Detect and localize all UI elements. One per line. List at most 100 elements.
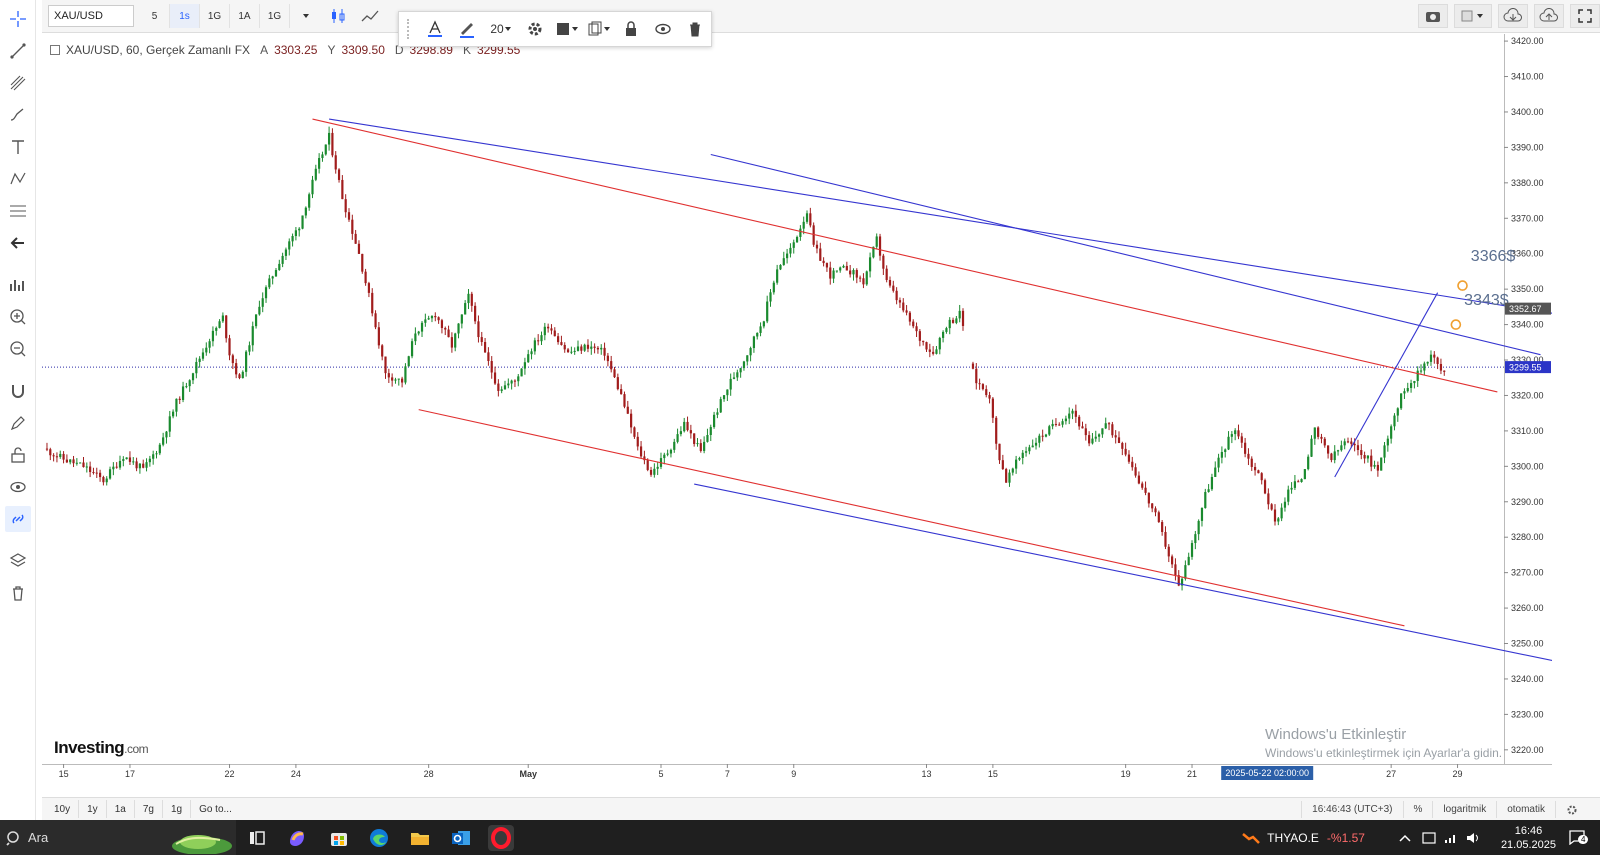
candle-body-a[interactable]: [341, 179, 344, 200]
candle-body-b[interactable]: [1396, 408, 1399, 416]
candle-body-a[interactable]: [686, 421, 689, 431]
chart-canvas[interactable]: 3420.00 3410.00 3400.00 3390.00 3380.00 3370.…: [42, 34, 1552, 781]
candle-body-b[interactable]: [1114, 435, 1117, 438]
candle-body-b[interactable]: [1127, 454, 1131, 462]
candle-body-b[interactable]: [1383, 445, 1386, 458]
candle-body-a[interactable]: [483, 342, 487, 353]
candle-body-a[interactable]: [108, 469, 112, 479]
candle-body-b[interactable]: [1360, 450, 1363, 456]
candle-body-a[interactable]: [580, 346, 583, 351]
candle-body-a[interactable]: [278, 263, 281, 271]
candle-body-a[interactable]: [739, 368, 742, 373]
candle-body-a[interactable]: [646, 460, 649, 470]
candle-body-a[interactable]: [839, 267, 842, 271]
candle-body-b[interactable]: [1091, 438, 1094, 444]
candle-body-a[interactable]: [693, 433, 696, 444]
candle-body-a[interactable]: [666, 453, 669, 455]
candle-body-b[interactable]: [1147, 492, 1150, 504]
candle-body-a[interactable]: [82, 462, 85, 468]
candle-body-b[interactable]: [1048, 426, 1051, 435]
percent-toggle[interactable]: %: [1402, 801, 1433, 818]
candle-body-a[interactable]: [294, 230, 298, 237]
candle-body-a[interactable]: [142, 463, 145, 468]
candle-body-b[interactable]: [1101, 428, 1104, 435]
price-chart[interactable]: 3420.00 3410.00 3400.00 3390.00 3380.00 3370.…: [42, 34, 1552, 781]
candle-body-b[interactable]: [1343, 441, 1346, 446]
candle-body-a[interactable]: [171, 411, 175, 417]
candle-body-b[interactable]: [1204, 491, 1207, 508]
settings-gear-icon[interactable]: [519, 14, 551, 44]
candle-body-a[interactable]: [719, 399, 722, 413]
candle-body-a[interactable]: [417, 331, 420, 334]
candle-body-b[interactable]: [1257, 470, 1260, 474]
pattern-icon[interactable]: [5, 166, 31, 192]
candle-body-b[interactable]: [1363, 455, 1366, 459]
candle-body-a[interactable]: [556, 336, 560, 343]
range-7g[interactable]: 7g: [135, 800, 163, 818]
candle-body-a[interactable]: [779, 264, 782, 270]
candle-body-a[interactable]: [653, 468, 656, 475]
candle-body-b[interactable]: [1350, 441, 1353, 444]
candle-body-a[interactable]: [523, 362, 527, 369]
candle-body-a[interactable]: [566, 349, 570, 353]
candle-body-a[interactable]: [59, 453, 62, 457]
candle-body-b[interactable]: [1034, 442, 1038, 446]
candle-body-b[interactable]: [1300, 479, 1303, 483]
candle-body-a[interactable]: [623, 394, 626, 407]
candle-body-a[interactable]: [726, 389, 729, 396]
candle-body-a[interactable]: [958, 310, 961, 319]
candle-body-a[interactable]: [855, 270, 858, 278]
candle-body-a[interactable]: [85, 466, 88, 468]
candle-body-b[interactable]: [981, 384, 985, 390]
candle-body-a[interactable]: [493, 372, 497, 384]
candle-body-a[interactable]: [188, 380, 191, 387]
candle-body-a[interactable]: [703, 441, 706, 451]
candle-body-a[interactable]: [434, 315, 437, 318]
candle-body-a[interactable]: [722, 395, 726, 400]
candle-body-a[interactable]: [308, 194, 311, 208]
candle-body-b[interactable]: [1287, 489, 1290, 502]
candle-body-b[interactable]: [1038, 435, 1041, 443]
candle-body-a[interactable]: [636, 436, 639, 447]
settings-small-icon[interactable]: [1555, 801, 1588, 818]
candle-body-b[interactable]: [1074, 410, 1077, 417]
candle-body-b[interactable]: [971, 363, 975, 369]
ticker-name[interactable]: THYAO.E: [1267, 831, 1319, 845]
candle-body-b[interactable]: [1064, 418, 1067, 422]
candle-body-a[interactable]: [786, 253, 789, 259]
candle-body-b[interactable]: [1416, 370, 1419, 381]
candle-body-a[interactable]: [583, 344, 586, 351]
indicators-icon[interactable]: [5, 272, 31, 298]
network-icon[interactable]: [1443, 831, 1459, 845]
camera-icon[interactable]: [1418, 4, 1448, 28]
candle-body-a[interactable]: [122, 459, 125, 461]
candle-body-a[interactable]: [62, 453, 65, 460]
candle-body-b[interactable]: [1031, 445, 1034, 448]
candle-body-b[interactable]: [1439, 363, 1443, 371]
candle-body-b[interactable]: [1263, 480, 1267, 494]
trendline-icon[interactable]: [5, 38, 31, 64]
candle-body-a[interactable]: [782, 258, 785, 265]
candle-body-a[interactable]: [420, 322, 424, 332]
candle-body-b[interactable]: [1244, 442, 1247, 454]
candle-body-a[interactable]: [467, 293, 470, 304]
candle-body-a[interactable]: [766, 301, 769, 322]
text-color-icon[interactable]: [419, 14, 451, 44]
candle-body-b[interactable]: [975, 368, 978, 384]
candle-body-b[interactable]: [1134, 467, 1137, 476]
zoom-out-icon[interactable]: [5, 336, 31, 362]
timeframe-1g[interactable]: 1G: [200, 4, 230, 28]
candle-body-a[interactable]: [148, 458, 151, 463]
tray-chevron-up-icon[interactable]: [1399, 833, 1411, 843]
candle-body-a[interactable]: [198, 358, 201, 362]
candle-body-b[interactable]: [1124, 448, 1127, 455]
candle-body-b[interactable]: [1011, 468, 1014, 473]
lock-icon[interactable]: [615, 14, 647, 44]
candle-body-a[interactable]: [49, 449, 52, 456]
candle-body-b[interactable]: [1197, 520, 1200, 535]
candle-body-b[interactable]: [1273, 509, 1277, 522]
candle-body-a[interactable]: [540, 335, 543, 342]
candle-body-b[interactable]: [1137, 475, 1141, 484]
candle-body-a[interactable]: [669, 449, 673, 454]
candle-body-b[interactable]: [1220, 451, 1223, 458]
